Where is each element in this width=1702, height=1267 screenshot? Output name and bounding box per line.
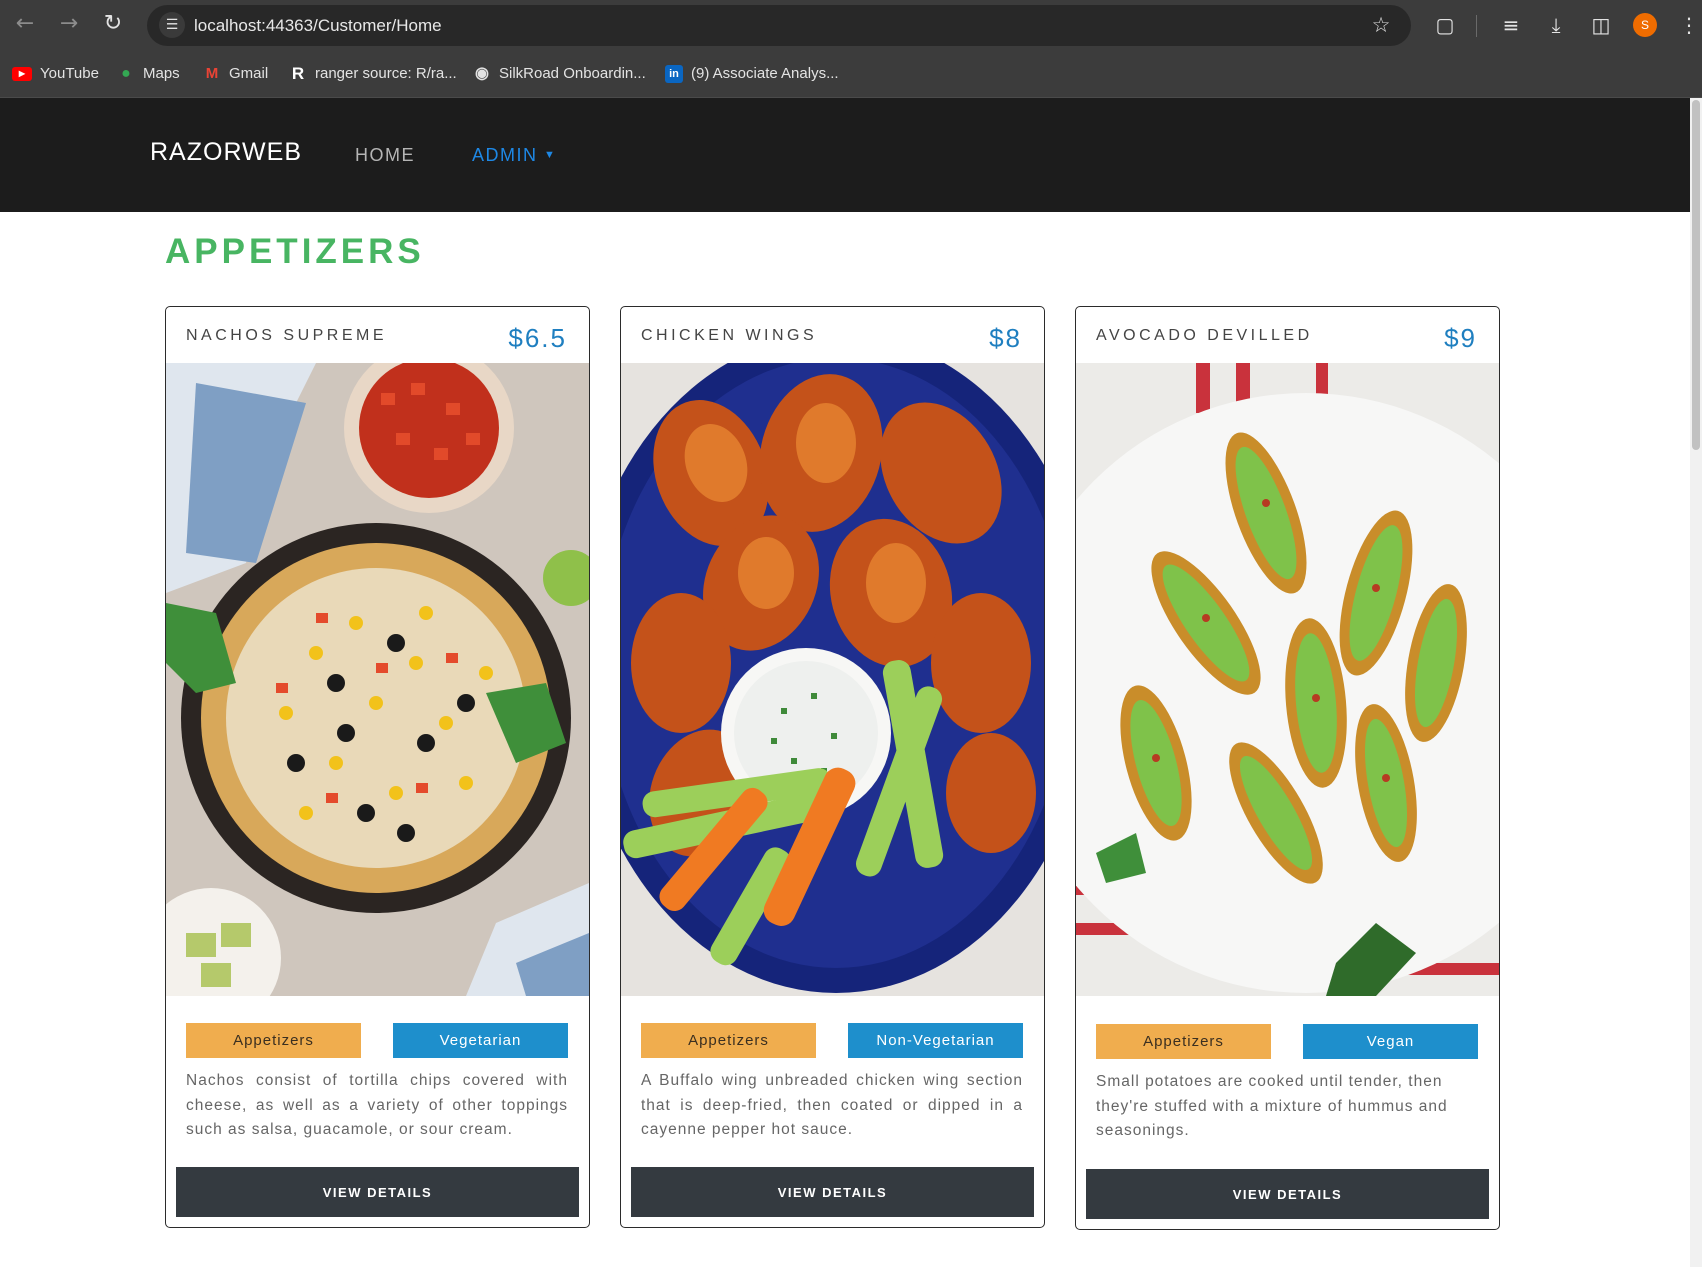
item-name: CHICKEN WINGS bbox=[641, 327, 818, 344]
address-bar[interactable]: ☰ localhost:44363/Customer/Home ☆ bbox=[147, 5, 1411, 46]
side-panel-icon[interactable]: ◫ bbox=[1586, 10, 1616, 40]
chicken-wings-photo bbox=[621, 363, 1044, 996]
maps-icon: ● bbox=[121, 65, 131, 83]
reload-icon[interactable]: ↻ bbox=[98, 9, 128, 39]
site-info-icon[interactable]: ☰ bbox=[159, 12, 185, 38]
diet-badge: Vegan bbox=[1303, 1024, 1478, 1059]
profile-avatar[interactable]: S bbox=[1633, 13, 1657, 37]
category-badge: Appetizers bbox=[1096, 1024, 1271, 1059]
extensions-icon[interactable]: ▢ bbox=[1430, 10, 1460, 40]
linkedin-icon: in bbox=[665, 65, 683, 84]
browser-toolbar: ← → ↻ ☰ localhost:44363/Customer/Home ☆ … bbox=[0, 0, 1702, 52]
menu-item-card: NACHOS SUPREME $6.5 Appetizers Vegetaria… bbox=[165, 306, 590, 1228]
bookmark-label: Gmail bbox=[229, 65, 269, 82]
view-details-button[interactable]: VIEW DETAILS bbox=[631, 1167, 1034, 1217]
menu-item-card: CHICKEN WINGS $8 Appetizers Non-Vegetari… bbox=[620, 306, 1045, 1228]
diet-badge: Non-Vegetarian bbox=[848, 1023, 1023, 1058]
more-menu-icon[interactable]: ⋮ bbox=[1674, 10, 1702, 40]
back-arrow-icon[interactable]: ← bbox=[10, 9, 40, 39]
item-description: Small potatoes are cooked until tender, … bbox=[1096, 1073, 1448, 1139]
download-icon[interactable]: ⤓ bbox=[1541, 10, 1571, 40]
view-details-button[interactable]: VIEW DETAILS bbox=[176, 1167, 579, 1217]
bookmark-maps[interactable]: ● Maps bbox=[117, 62, 180, 86]
bookmark-youtube[interactable]: ▶ YouTube bbox=[12, 62, 99, 86]
caret-down-icon: ▼ bbox=[544, 149, 557, 161]
item-price: $8 bbox=[989, 323, 1022, 353]
avocado-potatoes-photo bbox=[1076, 363, 1499, 996]
bookmark-label: ranger source: R/ra... bbox=[315, 65, 457, 82]
bookmark-star-icon[interactable]: ☆ bbox=[1367, 11, 1395, 39]
bookmark-label: SilkRoad Onboardin... bbox=[499, 65, 646, 82]
bookmark-linkedin[interactable]: in (9) Associate Analys... bbox=[665, 62, 839, 86]
item-name: AVOCADO DEVILLED bbox=[1096, 327, 1313, 344]
brand-logo[interactable]: RAZORWEB bbox=[150, 138, 302, 167]
reading-list-icon[interactable]: ≡ bbox=[1496, 10, 1526, 40]
view-details-button[interactable]: VIEW DETAILS bbox=[1086, 1169, 1489, 1219]
section-title: APPETIZERS bbox=[165, 232, 425, 271]
site-navbar: RAZORWEB HOME ADMIN ▼ bbox=[0, 98, 1690, 212]
item-price: $6.5 bbox=[508, 323, 567, 353]
youtube-icon: ▶ bbox=[12, 67, 32, 82]
nav-admin-label: ADMIN bbox=[472, 145, 538, 165]
bookmark-ranger-source[interactable]: Rranger source: R/ra... bbox=[289, 62, 457, 86]
bookmark-label: Maps bbox=[143, 65, 180, 82]
bookmark-gmail[interactable]: M Gmail bbox=[203, 62, 268, 86]
item-price: $9 bbox=[1444, 323, 1477, 353]
item-description: Nachos consist of tortilla chips covered… bbox=[186, 1072, 568, 1138]
item-name: NACHOS SUPREME bbox=[186, 327, 388, 344]
bookmark-label: (9) Associate Analys... bbox=[691, 65, 839, 82]
url-text[interactable]: localhost:44363/Customer/Home bbox=[194, 5, 442, 46]
toolbar-divider bbox=[1476, 15, 1477, 37]
bookmark-label: YouTube bbox=[40, 65, 99, 82]
item-description: A Buffalo wing unbreaded chicken wing se… bbox=[641, 1072, 1023, 1138]
category-badge: Appetizers bbox=[186, 1023, 361, 1058]
menu-item-card: AVOCADO DEVILLED $9 Appetizers Vegan Sma… bbox=[1075, 306, 1500, 1230]
nav-admin-dropdown[interactable]: ADMIN ▼ bbox=[472, 145, 556, 166]
globe-icon: ◉ bbox=[475, 65, 489, 83]
diet-badge: Vegetarian bbox=[393, 1023, 568, 1058]
nav-home-link[interactable]: HOME bbox=[355, 145, 415, 166]
gmail-icon: M bbox=[205, 65, 219, 83]
r-icon: R bbox=[291, 64, 305, 84]
bookmark-silkroad[interactable]: ◉ SilkRoad Onboardin... bbox=[473, 62, 646, 86]
bookmarks-bar: ▶ YouTube ● Maps M Gmail Rranger source: R/… bbox=[0, 52, 1702, 98]
page-scrollbar-thumb[interactable] bbox=[1692, 100, 1700, 450]
forward-arrow-icon[interactable]: → bbox=[54, 9, 84, 39]
category-badge: Appetizers bbox=[641, 1023, 816, 1058]
nachos-photo bbox=[166, 363, 589, 996]
